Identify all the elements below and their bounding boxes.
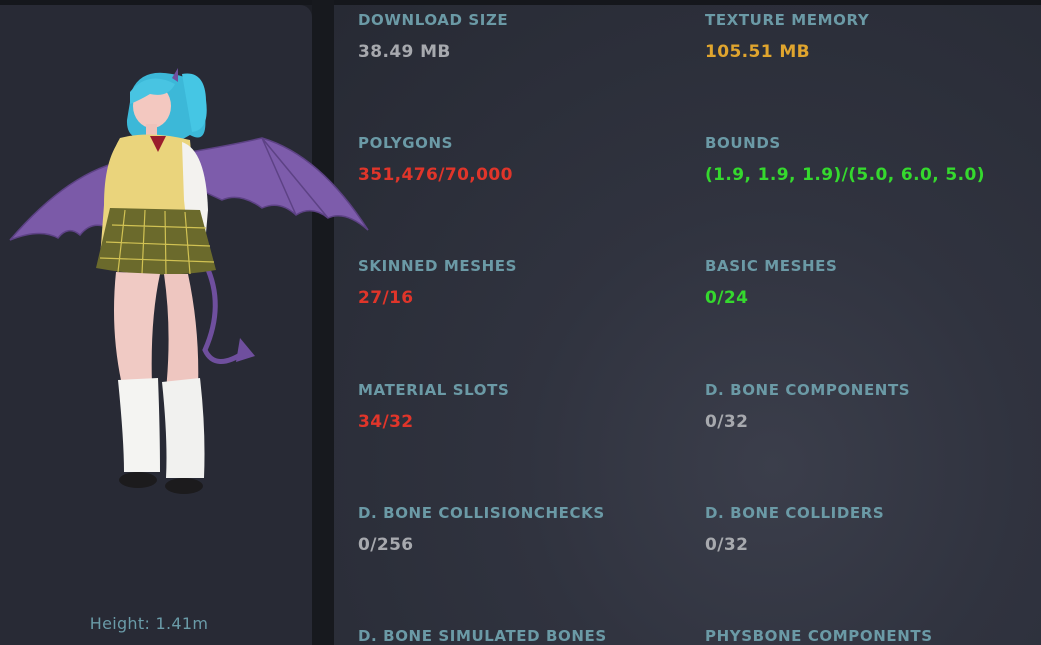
stat-label-bounds: BOUNDS xyxy=(705,134,781,152)
stat-label-texture-memory: TEXTURE MEMORY xyxy=(705,11,870,29)
avatar-model-icon[interactable] xyxy=(0,60,380,505)
stat-value-bounds: (1.9, 1.9, 1.9)/(5.0, 6.0, 5.0) xyxy=(705,165,985,185)
stat-label-physbone-components: PHYSBONE COMPONENTS xyxy=(705,627,933,645)
stat-value-skinned-meshes: 27/16 xyxy=(358,288,414,308)
avatar-performance-view: Height: 1.41m DOWNLOAD SIZE 38.49 MB TEX… xyxy=(0,0,1041,645)
stat-label-dbone-components: D. BONE COMPONENTS xyxy=(705,381,911,399)
stat-label-dbone-simulated-bones: D. BONE SIMULATED BONES xyxy=(358,627,607,645)
avatar-height-label: Height: 1.41m xyxy=(89,614,209,633)
stat-value-download-size: 38.49 MB xyxy=(358,42,451,62)
stat-value-basic-meshes: 0/24 xyxy=(705,288,749,308)
stat-value-dbone-colliders: 0/32 xyxy=(705,535,749,555)
stat-value-dbone-collisionchecks: 0/256 xyxy=(358,535,414,555)
stat-label-download-size: DOWNLOAD SIZE xyxy=(358,11,509,29)
stats-panel xyxy=(334,5,1041,645)
stat-label-material-slots: MATERIAL SLOTS xyxy=(358,381,510,399)
stat-label-dbone-colliders: D. BONE COLLIDERS xyxy=(705,504,885,522)
stat-value-texture-memory: 105.51 MB xyxy=(705,42,810,62)
stat-value-material-slots: 34/32 xyxy=(358,412,414,432)
stat-label-basic-meshes: BASIC MESHES xyxy=(705,257,838,275)
stat-label-polygons: POLYGONS xyxy=(358,134,454,152)
stat-label-dbone-collisionchecks: D. BONE COLLISIONCHECKS xyxy=(358,504,605,522)
stat-label-skinned-meshes: SKINNED MESHES xyxy=(358,257,518,275)
stat-value-polygons: 351,476/70,000 xyxy=(358,165,513,185)
stat-value-dbone-components: 0/32 xyxy=(705,412,749,432)
